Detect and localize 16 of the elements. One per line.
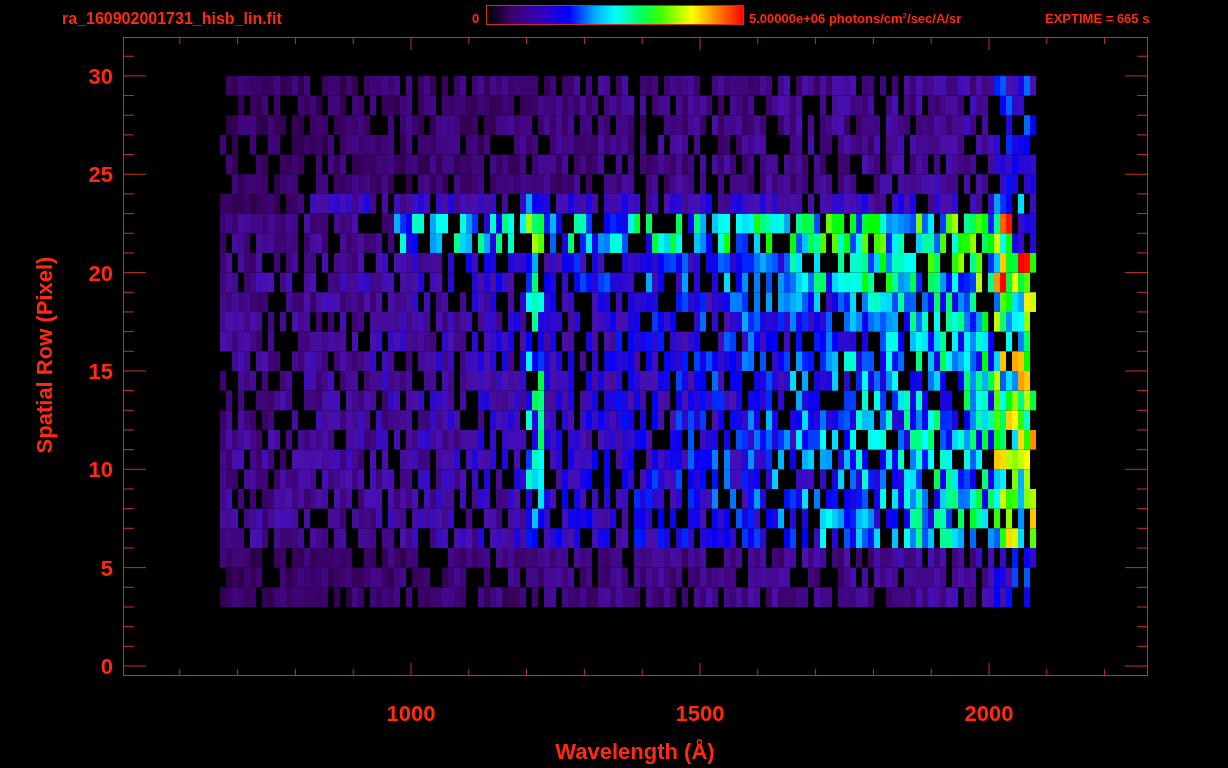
y-tick-label: 10 bbox=[88, 457, 113, 483]
x-tick-label: 1000 bbox=[386, 701, 436, 726]
file-name: ra_160902001731_hisb_lin.fit bbox=[62, 9, 283, 28]
y-tick-label: 0 bbox=[100, 654, 113, 679]
exposure-time: EXPTIME = 665 s bbox=[1045, 11, 1150, 26]
colorbar-max-label: 5.00000e+06 photons/cm$^{2}$/sec/A/sr bbox=[749, 10, 963, 27]
x-tick-label: 1500 bbox=[675, 701, 725, 726]
y-tick-label: 5 bbox=[100, 555, 113, 581]
y-tick-label: 25 bbox=[88, 162, 113, 188]
y-axis-title: Spatial Row (Pixel) bbox=[32, 256, 57, 454]
y-tick-label: 30 bbox=[88, 63, 113, 89]
colorbar-min-label: 0 bbox=[472, 11, 481, 26]
y-tick-label: 15 bbox=[88, 358, 113, 384]
x-tick-label: 2000 bbox=[964, 701, 1014, 726]
y-tick-label: 20 bbox=[88, 260, 113, 286]
x-axis-title: Wavelength (Å) bbox=[555, 739, 715, 764]
